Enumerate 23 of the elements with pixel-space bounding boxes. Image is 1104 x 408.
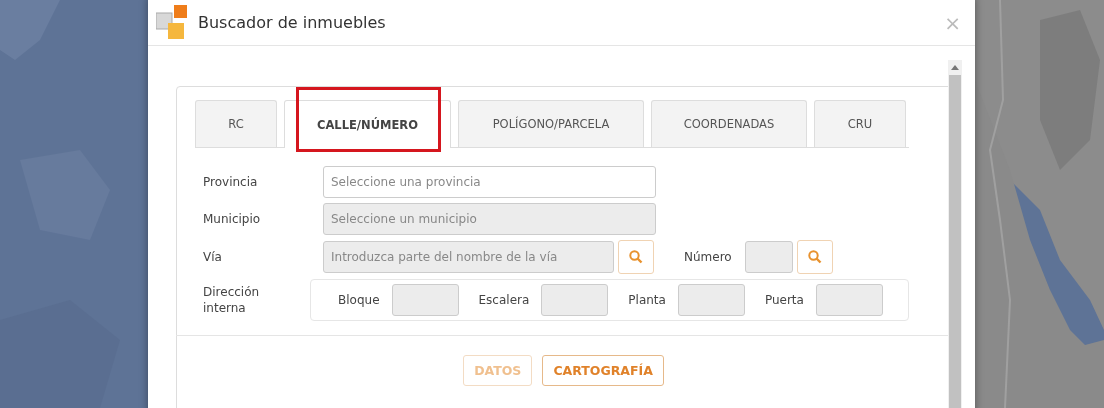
search-button[interactable]: [797, 240, 833, 274]
field-label: Escalera: [478, 293, 530, 307]
tab[interactable]: CALLE/NÚMERO: [284, 100, 451, 148]
field-label: Número: [684, 250, 733, 264]
scrollbar[interactable]: [948, 60, 962, 408]
search-icon: [629, 250, 643, 264]
field-label: Puerta: [764, 293, 804, 307]
field-label: Municipio: [203, 212, 262, 226]
window-title: Buscador de inmuebles: [198, 13, 387, 32]
field-label: Dirección interna: [203, 284, 261, 316]
field-label: Bloque: [338, 293, 380, 307]
tab[interactable]: POLÍGONO/PARCELA: [458, 100, 644, 147]
field-label: Vía: [203, 250, 223, 264]
tab[interactable]: CRU: [814, 100, 906, 147]
logo-icon: [156, 4, 188, 41]
field-label: Planta: [628, 293, 666, 307]
scroll-up-icon[interactable]: [951, 65, 959, 70]
province-field[interactable]: Seleccione una provincia: [323, 166, 656, 198]
search-button[interactable]: [618, 240, 654, 274]
tab[interactable]: RC: [195, 100, 277, 147]
search-icon: [808, 250, 822, 264]
tab[interactable]: COORDENADAS: [651, 100, 807, 147]
field-label: Provincia: [203, 175, 259, 189]
